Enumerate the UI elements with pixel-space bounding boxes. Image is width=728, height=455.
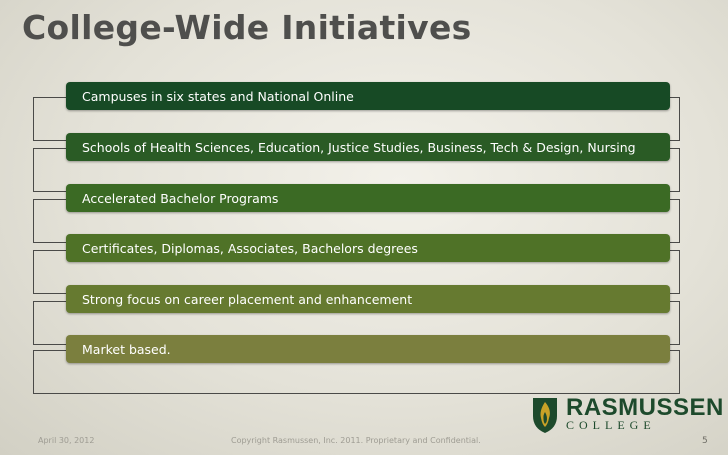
bullet-item: Certificates, Diplomas, Associates, Bach… — [66, 234, 670, 262]
bullet-item: Market based. — [66, 335, 670, 363]
footer-copyright: Copyright Rasmussen, Inc. 2011. Propriet… — [231, 436, 481, 445]
footer-date: April 30, 2012 — [38, 436, 95, 445]
flame-shield-icon — [533, 398, 557, 433]
bullet-item: Campuses in six states and National Onli… — [66, 82, 670, 110]
bullet-item: Schools of Health Sciences, Education, J… — [66, 133, 670, 161]
page-number: 5 — [702, 436, 708, 446]
logo-subtitle: COLLEGE — [566, 418, 656, 432]
bullet-item: Accelerated Bachelor Programs — [66, 184, 670, 212]
rasmussen-logo: RASMUSSEN COLLEGE — [530, 394, 723, 434]
slide-title: College-Wide Initiatives — [22, 8, 472, 47]
bullet-item: Strong focus on career placement and enh… — [66, 285, 670, 313]
